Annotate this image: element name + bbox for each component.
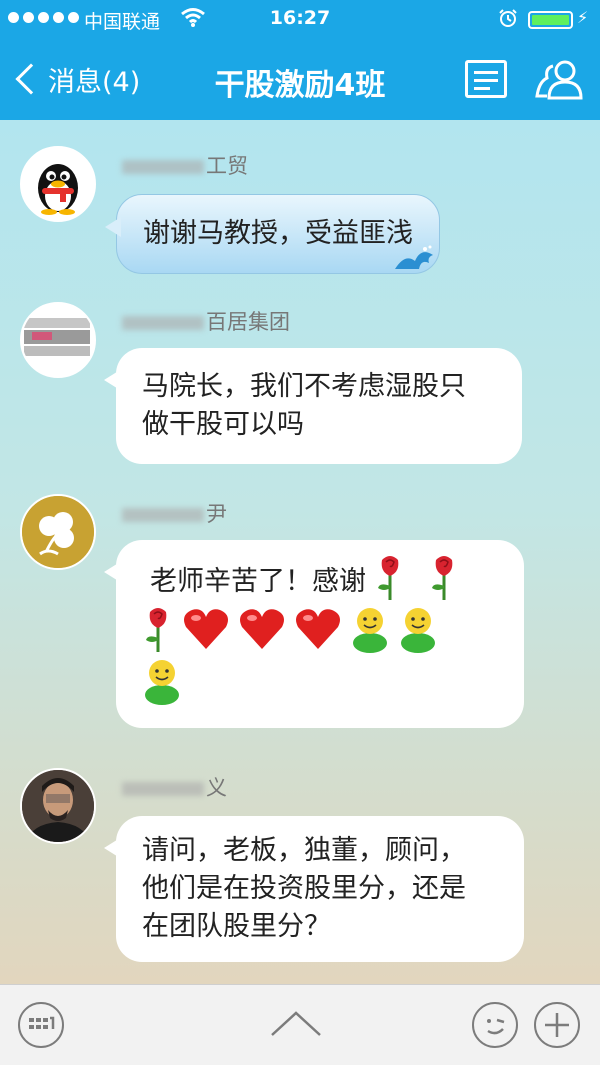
- group-notice-icon[interactable]: [465, 60, 507, 98]
- message-text-line: 请问，老板，独董，顾问，: [142, 835, 466, 866]
- message-text-line: 在团队股里分？: [142, 911, 331, 942]
- sender-name: 工贸: [122, 150, 248, 180]
- sender-name: 尹: [122, 498, 227, 528]
- message-line: 老师辛苦了！感谢: [142, 554, 498, 611]
- heart-emoji: [294, 607, 342, 662]
- keyboard-icon[interactable]: [18, 1002, 64, 1048]
- page-title: 干股激励4班: [214, 68, 386, 103]
- message-text-line: 马院长，我们不考虑湿股只: [142, 371, 466, 402]
- company-logo-avatar[interactable]: [20, 302, 96, 378]
- rose-emoji: [428, 554, 460, 611]
- rose-emoji: [142, 606, 174, 663]
- battery-icon: [528, 11, 573, 29]
- emoji-line: [142, 606, 498, 663]
- nav-bar: 消息(4) 干股激励4班: [0, 38, 600, 120]
- wave-decoration-icon: [395, 245, 433, 269]
- message-text-line: 做干股可以吗: [142, 409, 304, 440]
- message-text: 老师辛苦了！感谢: [150, 566, 366, 597]
- smiley-figure-emoji: [398, 605, 438, 664]
- status-bar: 中国联通 16:27 ⚡: [0, 0, 600, 38]
- sender-name: 义: [122, 772, 227, 802]
- smiley-figure-emoji: [142, 657, 182, 716]
- input-toolbar: [0, 984, 600, 1065]
- chevron-up-icon[interactable]: [270, 1007, 322, 1041]
- heart-emoji: [182, 607, 230, 662]
- message-bubble[interactable]: 马院长，我们不考虑湿股只 做干股可以吗: [104, 348, 522, 464]
- man-portrait-avatar[interactable]: [20, 768, 96, 844]
- emoji-line: [142, 659, 498, 712]
- emoji-face-icon[interactable]: [472, 1002, 518, 1048]
- gold-clover-logo-avatar[interactable]: [20, 494, 96, 570]
- smiley-figure-emoji: [350, 605, 390, 664]
- message-text-line: 他们是在投资股里分，还是: [142, 873, 466, 904]
- message-bubble[interactable]: 老师辛苦了！感谢: [104, 540, 524, 728]
- plus-icon[interactable]: [534, 1002, 580, 1048]
- alarm-clock-icon: [498, 8, 518, 33]
- penguin-avatar[interactable]: [20, 146, 96, 222]
- message-bubble[interactable]: 请问，老板，独董，顾问， 他们是在投资股里分，还是 在团队股里分？: [104, 816, 524, 962]
- heart-emoji: [238, 607, 286, 662]
- chat-area[interactable]: 工贸 谢谢马教授，受益匪浅 百居集团 马院长，我们不考虑湿股只 做干股可以吗 尹…: [0, 120, 600, 984]
- charging-bolt-icon: ⚡: [577, 8, 589, 27]
- rose-emoji: [374, 554, 406, 611]
- sender-name: 百居集团: [122, 306, 290, 336]
- message-text: 谢谢马教授，受益匪浅: [143, 218, 413, 249]
- group-members-icon[interactable]: [533, 58, 585, 102]
- message-bubble[interactable]: 谢谢马教授，受益匪浅: [105, 194, 440, 274]
